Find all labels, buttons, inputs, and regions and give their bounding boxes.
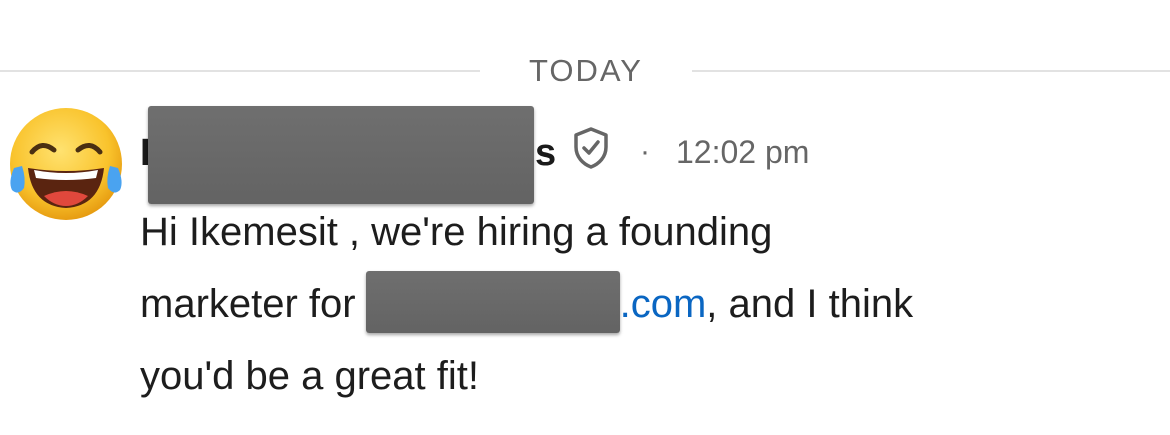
message-line-2: marketer for .com, and I think xyxy=(140,268,1040,340)
date-divider-label: TODAY xyxy=(529,53,643,88)
message-body: Hi Ikemesit , we're hiring a founding ma… xyxy=(140,196,1040,412)
message-text-after-link: , and I think xyxy=(706,282,914,326)
avatar-laughing-emoji-icon[interactable] xyxy=(4,102,126,224)
shield-check-icon[interactable] xyxy=(572,126,610,170)
message-line-1: Hi Ikemesit , we're hiring a founding xyxy=(140,210,773,254)
date-divider-left-line xyxy=(0,70,480,72)
meta-separator-dot: · xyxy=(640,135,650,168)
message-line-3: you'd be a great fit! xyxy=(140,354,479,398)
link-redaction xyxy=(365,271,620,333)
company-link[interactable]: .com xyxy=(620,282,707,326)
date-divider-right-line xyxy=(692,70,1170,72)
sender-name-visible-end: s xyxy=(535,132,557,174)
message-text-before-link: marketer for xyxy=(140,282,356,326)
sender-name-redaction xyxy=(148,106,534,204)
message-header: I s · 12:02 pm xyxy=(140,106,860,204)
message-timestamp: 12:02 pm xyxy=(676,134,810,170)
